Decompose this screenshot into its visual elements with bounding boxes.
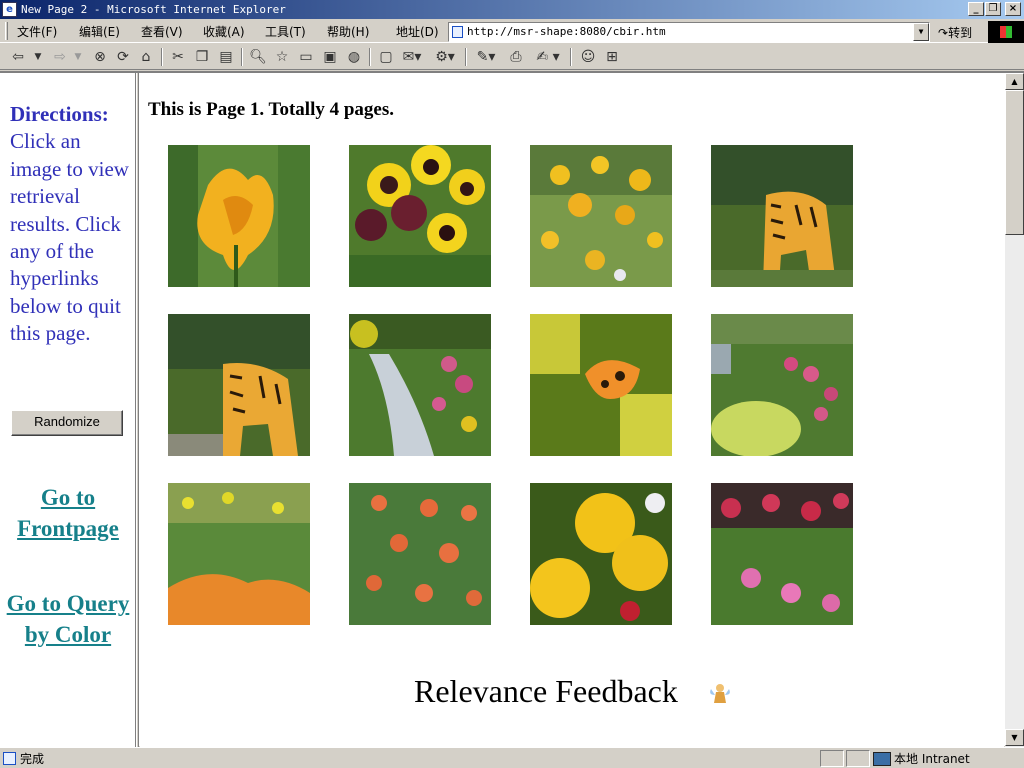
yellow-poppies-image[interactable]	[530, 483, 672, 625]
status-pane	[820, 750, 844, 767]
standard-toolbar: ⇦ ▼ ⇨ ▼ ⊗ ⟳ ⌂ ✂ ❐ ▤ 🔍︎ ☆ ▭ ▣ ◍ ▢ ✉▾ ⚙▾ ✎…	[0, 44, 1024, 70]
back-icon[interactable]: ⇦	[8, 47, 28, 67]
directions-body: Click an image to view retrieval results…	[10, 129, 129, 346]
fairy-icon[interactable]	[708, 681, 730, 705]
address-label: 地址(D)	[396, 25, 439, 39]
toolbar-separator	[369, 48, 371, 66]
orange-lilies-image[interactable]	[349, 483, 491, 625]
toolbar-separator	[241, 48, 243, 66]
mail-icon[interactable]: ✉▾	[400, 47, 424, 67]
home-icon[interactable]: ⌂	[136, 47, 156, 67]
address-input[interactable]: http://msr-shape:8080/cbir.htm ▼	[448, 22, 930, 42]
wildflowers-image[interactable]	[530, 145, 672, 287]
directions-title: Directions:	[10, 102, 109, 126]
menu-tools[interactable]: 工具(T)	[265, 23, 306, 40]
research-icon[interactable]: ⊞	[602, 47, 622, 67]
stop-icon[interactable]: ⊗	[90, 47, 110, 67]
status-text: 完成	[20, 752, 45, 766]
menu-view[interactable]: 查看(V)	[141, 23, 183, 40]
history-icon[interactable]: ▭	[296, 47, 316, 67]
toolbar-separator	[161, 48, 163, 66]
forward-dropdown-icon[interactable]: ▼	[72, 47, 84, 67]
edit-icon[interactable]: ✎▾	[472, 47, 500, 67]
encoding-icon[interactable]: ⚙▾	[432, 47, 458, 67]
local-intranet-icon	[873, 752, 891, 766]
title-bar: e New Page 2 - Microsoft Internet Explor…	[0, 0, 1024, 19]
security-zone: 本地 Intranet	[894, 752, 970, 766]
media-icon[interactable]: ◍	[344, 47, 364, 67]
menu-file[interactable]: 文件(F)	[17, 23, 57, 40]
browser-content: Directions: Click an image to view retri…	[0, 71, 1024, 748]
butterfly-image[interactable]	[530, 314, 672, 456]
tiger-image-1[interactable]	[711, 145, 853, 287]
paste-icon[interactable]: ▤	[216, 47, 236, 67]
pink-primula-image[interactable]	[711, 483, 853, 625]
address-dropdown-button[interactable]: ▼	[913, 23, 929, 41]
minimize-button[interactable]: _	[968, 2, 984, 16]
orange-flowers-image[interactable]	[168, 483, 310, 625]
print-icon[interactable]: ⎙	[506, 47, 526, 67]
refresh-icon[interactable]: ⟳	[113, 47, 133, 67]
vertical-scrollbar[interactable]: ▲ ▼	[1005, 73, 1024, 748]
scroll-thumb[interactable]	[1005, 90, 1024, 235]
forward-icon[interactable]: ⇨	[50, 47, 70, 67]
toolbar-separator	[465, 48, 467, 66]
garden-stream-image[interactable]	[349, 314, 491, 456]
windows-logo-icon	[988, 21, 1024, 43]
status-pane	[846, 750, 870, 767]
menu-grip	[5, 22, 8, 40]
frontpage-link[interactable]: Go to Frontpage	[0, 483, 136, 544]
frame-splitter[interactable]	[136, 73, 139, 748]
menu-help[interactable]: 帮助(H)	[327, 23, 369, 40]
tiger-image-2[interactable]	[168, 314, 310, 456]
menu-favorites[interactable]: 收藏(A)	[203, 23, 245, 40]
discuss-icon[interactable]: ✍ ▾	[530, 47, 566, 67]
directions-text: Directions: Click an image to view retri…	[10, 101, 135, 348]
main-frame: This is Page 1. Totally 4 pages. Relevan…	[140, 73, 1004, 748]
page-info-heading: This is Page 1. Totally 4 pages.	[148, 99, 394, 120]
query-by-color-link[interactable]: Go to Query by Color	[0, 589, 136, 650]
search-icon[interactable]: 🔍︎	[248, 47, 268, 67]
restore-button[interactable]: ❐	[985, 2, 1001, 16]
address-url[interactable]: http://msr-shape:8080/cbir.htm	[467, 25, 666, 38]
page-done-icon	[3, 752, 16, 765]
left-frame: Directions: Click an image to view retri…	[0, 73, 136, 748]
status-bar: 完成 本地 Intranet	[0, 747, 1024, 768]
garden-border-image[interactable]	[711, 314, 853, 456]
folders-icon[interactable]: ▣	[320, 47, 340, 67]
randomize-button[interactable]: Randomize	[11, 410, 123, 436]
close-button[interactable]: ×	[1005, 2, 1021, 16]
relevance-feedback-link[interactable]: Relevance Feedback	[414, 673, 678, 710]
yellow-iris-image[interactable]	[168, 145, 310, 287]
ie-icon[interactable]: e	[2, 2, 17, 17]
menu-edit[interactable]: 编辑(E)	[79, 23, 120, 40]
page-icon	[452, 26, 463, 38]
toolbar-separator	[570, 48, 572, 66]
window-title: New Page 2 - Microsoft Internet Explorer	[21, 3, 286, 16]
copy-icon[interactable]: ❐	[192, 47, 212, 67]
go-button[interactable]: ↷转到	[938, 24, 972, 41]
fullscreen-icon[interactable]: ▢	[376, 47, 396, 67]
favorites-icon[interactable]: ☆	[272, 47, 292, 67]
go-label[interactable]: 转到	[948, 26, 972, 40]
go-arrow-icon: ↷	[938, 26, 949, 40]
cut-icon[interactable]: ✂	[168, 47, 188, 67]
back-dropdown-icon[interactable]: ▼	[32, 47, 44, 67]
messenger-icon[interactable]: ☺	[578, 47, 598, 67]
scroll-down-button[interactable]: ▼	[1005, 729, 1024, 746]
scroll-up-button[interactable]: ▲	[1005, 73, 1024, 90]
pansies-image[interactable]	[349, 145, 491, 287]
